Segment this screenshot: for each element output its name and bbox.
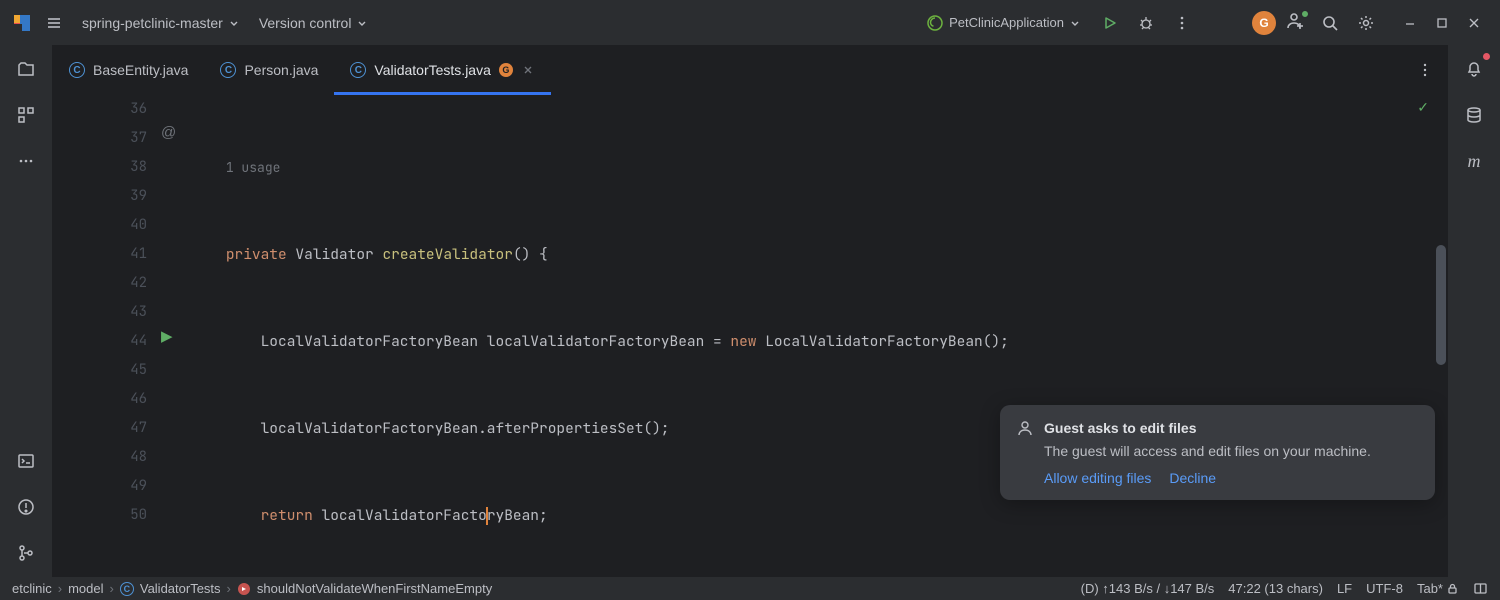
left-toolbar xyxy=(0,45,53,577)
chevron-right-icon: › xyxy=(110,581,114,596)
minimize-button[interactable] xyxy=(1396,9,1424,37)
code-with-me-icon[interactable] xyxy=(1284,11,1308,35)
reader-mode-icon[interactable] xyxy=(1473,581,1488,596)
project-name: spring-petclinic-master xyxy=(82,15,223,31)
terminal-tool-icon[interactable] xyxy=(12,447,40,475)
presence-dot-icon xyxy=(1301,10,1309,18)
class-icon: C xyxy=(350,62,366,78)
tab-label: ValidatorTests.java xyxy=(374,62,490,78)
cursor-position[interactable]: 47:22 (13 chars) xyxy=(1228,581,1323,596)
user-avatar[interactable]: G xyxy=(1252,11,1276,35)
debug-button[interactable] xyxy=(1132,9,1160,37)
encoding[interactable]: UTF-8 xyxy=(1366,581,1403,596)
editor-tabs: C BaseEntity.java C Person.java C Valida… xyxy=(53,45,1447,95)
tab-label: BaseEntity.java xyxy=(93,62,188,78)
maven-tool-icon[interactable]: m xyxy=(1460,147,1488,175)
guest-badge: G xyxy=(499,63,513,77)
project-selector[interactable]: spring-petclinic-master xyxy=(76,11,245,35)
right-toolbar: m xyxy=(1447,45,1500,577)
tabs-more-icon[interactable] xyxy=(1403,45,1447,95)
class-icon: C xyxy=(220,62,236,78)
allow-editing-link[interactable]: Allow editing files xyxy=(1044,470,1151,486)
lock-icon[interactable] xyxy=(1446,582,1459,595)
notification-dot-icon xyxy=(1483,53,1490,60)
test-method-icon xyxy=(237,582,251,596)
class-icon: C xyxy=(120,582,134,596)
run-config-selector[interactable]: PetClinicApplication xyxy=(919,11,1088,35)
titlebar: spring-petclinic-master Version control … xyxy=(0,0,1500,45)
code-content[interactable]: 1 usage private Validator createValidato… xyxy=(191,95,1447,577)
chevron-down-icon xyxy=(357,18,367,28)
line-numbers: 36 37 38 39 40 41 42 43 44 45 46 47 48 4… xyxy=(53,95,153,577)
close-button[interactable] xyxy=(1460,9,1488,37)
search-icon[interactable] xyxy=(1316,9,1344,37)
user-icon xyxy=(1016,419,1034,437)
line-ending[interactable]: LF xyxy=(1337,581,1352,596)
hamburger-menu-icon[interactable] xyxy=(40,9,68,37)
editor-area: C BaseEntity.java C Person.java C Valida… xyxy=(53,45,1447,577)
vcs-selector[interactable]: Version control xyxy=(253,11,374,35)
tab-label: Person.java xyxy=(244,62,318,78)
usage-hint[interactable]: 1 usage xyxy=(226,159,281,176)
scrollbar-track: ✓ xyxy=(1433,95,1447,577)
git-tool-icon[interactable] xyxy=(12,539,40,567)
tab-person[interactable]: C Person.java xyxy=(204,45,334,95)
database-tool-icon[interactable] xyxy=(1460,101,1488,129)
chevron-down-icon xyxy=(229,18,239,28)
run-gutter-icon[interactable]: ▶ xyxy=(161,327,173,345)
settings-icon[interactable] xyxy=(1352,9,1380,37)
usage-marker-icon[interactable]: @ xyxy=(161,124,176,141)
vcs-label: Version control xyxy=(259,15,352,31)
breadcrumb[interactable]: etclinic › model › C ValidatorTests › sh… xyxy=(12,581,492,596)
tab-baseentity[interactable]: C BaseEntity.java xyxy=(53,45,204,95)
app-logo-icon xyxy=(12,13,32,33)
class-icon: C xyxy=(69,62,85,78)
status-bar: etclinic › model › C ValidatorTests › sh… xyxy=(0,577,1500,600)
run-button[interactable] xyxy=(1096,9,1124,37)
close-tab-icon[interactable] xyxy=(521,63,535,77)
scroll-thumb[interactable] xyxy=(1436,245,1446,365)
maximize-button[interactable] xyxy=(1428,9,1456,37)
problems-tool-icon[interactable] xyxy=(12,493,40,521)
project-tool-icon[interactable] xyxy=(12,55,40,83)
more-tools-icon[interactable] xyxy=(12,147,40,175)
permission-popup: Guest asks to edit files The guest will … xyxy=(1000,405,1435,500)
more-actions-icon[interactable] xyxy=(1168,9,1196,37)
indent-status[interactable]: Tab* xyxy=(1417,581,1443,596)
code-editor[interactable]: 36 37 38 39 40 41 42 43 44 45 46 47 48 4… xyxy=(53,95,1447,577)
inspection-ok-icon[interactable]: ✓ xyxy=(1417,99,1429,116)
notifications-icon[interactable] xyxy=(1460,55,1488,83)
run-config-name: PetClinicApplication xyxy=(949,15,1064,30)
structure-tool-icon[interactable] xyxy=(12,101,40,129)
chevron-right-icon: › xyxy=(227,581,231,596)
gutter-marks: @ ▶ xyxy=(153,95,191,577)
popup-body: The guest will access and edit files on … xyxy=(1044,441,1419,462)
chevron-down-icon xyxy=(1070,18,1080,28)
tab-validatortests[interactable]: C ValidatorTests.java G xyxy=(334,45,550,95)
spring-icon xyxy=(927,15,943,31)
popup-title: Guest asks to edit files xyxy=(1044,420,1197,436)
decline-link[interactable]: Decline xyxy=(1169,470,1216,486)
network-status[interactable]: (D) ↑143 B/s / ↓147 B/s xyxy=(1081,581,1215,596)
chevron-right-icon: › xyxy=(58,581,62,596)
